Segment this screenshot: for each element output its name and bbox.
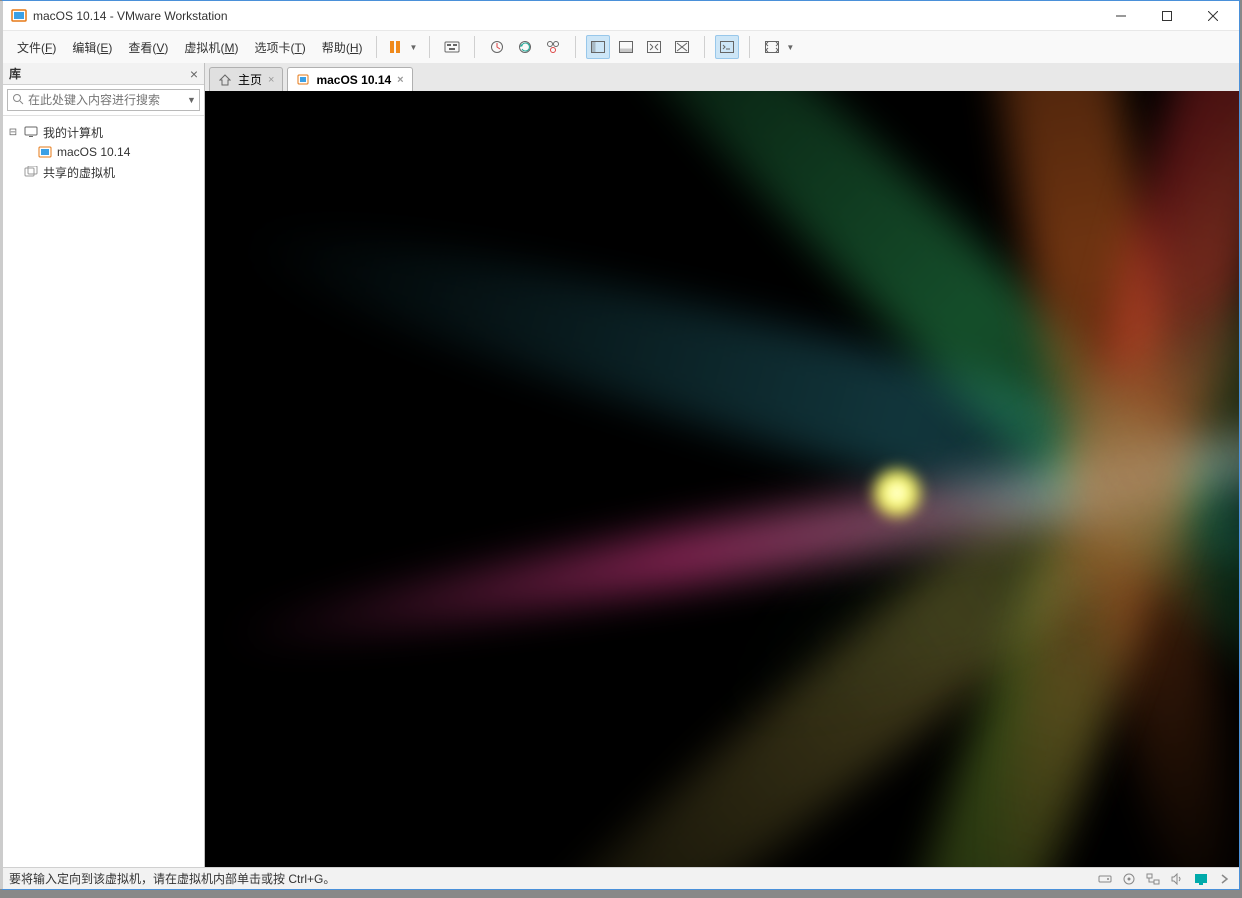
menu-vm[interactable]: 虚拟机(M) (176, 35, 246, 60)
library-tree: ⊟ 我的计算机 macOS 10.14 共享的虚拟机 (3, 116, 204, 867)
menu-view[interactable]: 查看(V) (120, 35, 176, 60)
sidebar-title: 库 (9, 65, 21, 82)
content-area: 主页 × macOS 10.14 × (205, 63, 1239, 867)
fullscreen-dropdown[interactable]: ▼ (784, 43, 796, 52)
tree-vm-macos[interactable]: macOS 10.14 (7, 142, 200, 162)
display-status-icon[interactable] (1193, 871, 1209, 887)
search-icon (12, 93, 24, 108)
search-input[interactable] (28, 93, 183, 107)
tab-close-icon[interactable]: × (397, 74, 403, 86)
tree-my-computer[interactable]: ⊟ 我的计算机 (7, 122, 200, 142)
vm-icon (37, 144, 53, 160)
computer-icon (23, 124, 39, 140)
titlebar: macOS 10.14 - VMware Workstation (3, 1, 1239, 31)
view-console-button[interactable] (586, 35, 610, 59)
vm-display[interactable] (205, 91, 1239, 867)
sidebar-close-button[interactable]: × (190, 66, 198, 82)
maximize-button[interactable] (1153, 6, 1181, 26)
tab-close-icon[interactable]: × (268, 74, 274, 86)
menu-file[interactable]: 文件(F) (9, 35, 64, 60)
tab-vm-macos[interactable]: macOS 10.14 × (287, 67, 412, 91)
view-stretch-button[interactable] (642, 35, 666, 59)
close-button[interactable] (1199, 6, 1227, 26)
view-unity-button[interactable] (670, 35, 694, 59)
snapshot-take-button[interactable] (485, 35, 509, 59)
tab-label: 主页 (238, 71, 262, 88)
tree-shared-vms[interactable]: 共享的虚拟机 (7, 162, 200, 182)
fullscreen-button[interactable] (760, 35, 784, 59)
status-bar: 要将输入定向到该虚拟机，请在虚拟机内部单击或按 Ctrl+G。 (3, 867, 1239, 889)
search-box[interactable]: ▼ (7, 89, 200, 111)
power-dropdown[interactable]: ▼ (407, 43, 419, 52)
tab-label: macOS 10.14 (316, 73, 391, 87)
view-thumbnail-button[interactable] (614, 35, 638, 59)
menu-tabs[interactable]: 选项卡(T) (246, 35, 313, 60)
snapshot-manage-button[interactable] (541, 35, 565, 59)
vm-tab-icon (296, 73, 310, 87)
menubar: 文件(F) 编辑(E) 查看(V) 虚拟机(M) 选项卡(T) 帮助(H) ▼ (3, 31, 1239, 63)
pause-button[interactable] (383, 35, 407, 59)
window-title: macOS 10.14 - VMware Workstation (33, 9, 1107, 23)
network-status-icon[interactable] (1145, 871, 1161, 887)
shared-icon (23, 164, 39, 180)
status-chevron-icon[interactable] (1217, 871, 1233, 887)
send-ctrl-alt-del-button[interactable] (440, 35, 464, 59)
expand-icon[interactable]: ⊟ (7, 127, 19, 138)
tab-home[interactable]: 主页 × (209, 67, 283, 91)
home-icon (218, 73, 232, 87)
tab-strip: 主页 × macOS 10.14 × (205, 63, 1239, 91)
snapshot-revert-button[interactable] (513, 35, 537, 59)
menu-help[interactable]: 帮助(H) (314, 35, 371, 60)
status-message: 要将输入定向到该虚拟机，请在虚拟机内部单击或按 Ctrl+G。 (9, 870, 1097, 887)
console-window-button[interactable] (715, 35, 739, 59)
menu-edit[interactable]: 编辑(E) (64, 35, 120, 60)
sound-status-icon[interactable] (1169, 871, 1185, 887)
screensaver-graphic (205, 91, 1239, 867)
search-dropdown[interactable]: ▼ (183, 95, 196, 105)
disk-status-icon[interactable] (1097, 871, 1113, 887)
minimize-button[interactable] (1107, 6, 1135, 26)
cd-status-icon[interactable] (1121, 871, 1137, 887)
library-sidebar: 库 × ▼ ⊟ 我的计算机 (3, 63, 205, 867)
app-icon (11, 8, 27, 24)
